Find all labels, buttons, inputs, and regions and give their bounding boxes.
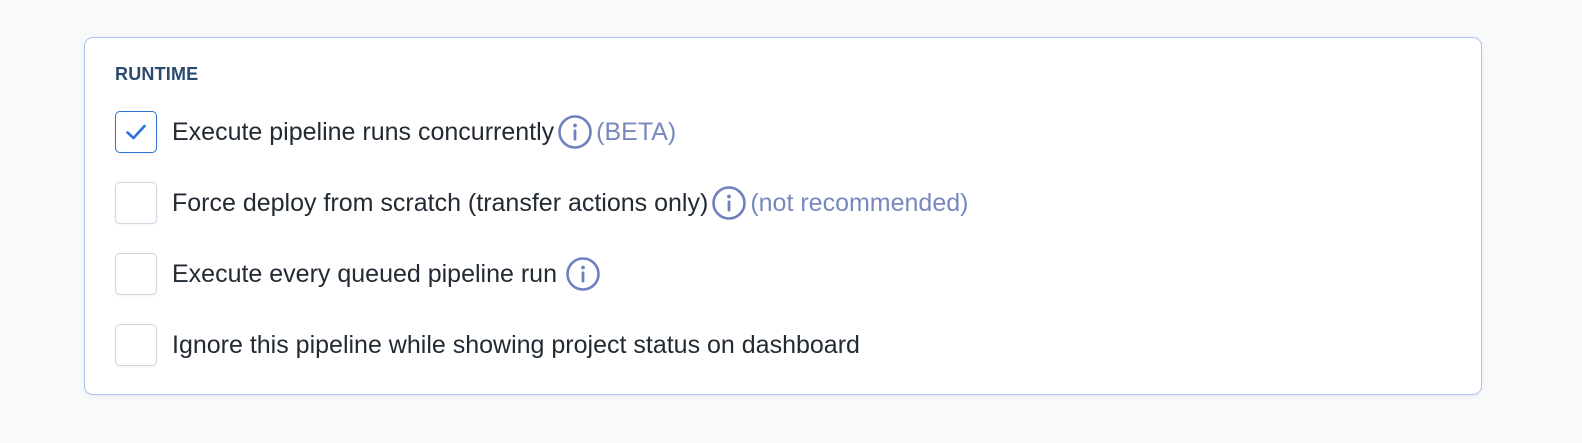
section-title: RUNTIME (115, 64, 199, 84)
ignore-dashboard-status-label[interactable]: Ignore this pipeline while showing proje… (172, 331, 860, 360)
option-concurrent-runs: Execute pipeline runs concurrently (BETA… (115, 110, 676, 154)
info-icon[interactable] (711, 185, 747, 221)
ignore-dashboard-status-checkbox[interactable] (115, 324, 157, 366)
beta-note: (BETA) (596, 117, 677, 146)
queued-runs-checkbox[interactable] (115, 253, 157, 295)
page: RUNTIME Execute pipeline runs concurrent… (0, 0, 1582, 443)
checkmark-icon (126, 124, 146, 140)
runtime-settings-panel: RUNTIME Execute pipeline runs concurrent… (84, 37, 1482, 395)
force-deploy-checkbox[interactable] (115, 182, 157, 224)
concurrent-runs-checkbox[interactable] (115, 111, 157, 153)
option-queued-runs: Execute every queued pipeline run (115, 252, 601, 296)
queued-runs-label[interactable]: Execute every queued pipeline run (172, 260, 557, 289)
force-deploy-label[interactable]: Force deploy from scratch (transfer acti… (172, 189, 708, 218)
not-recommended-note: (not recommended) (750, 188, 969, 217)
option-ignore-dashboard-status: Ignore this pipeline while showing proje… (115, 323, 860, 367)
concurrent-runs-label[interactable]: Execute pipeline runs concurrently (172, 118, 554, 147)
info-icon[interactable] (557, 114, 593, 150)
info-icon[interactable] (565, 256, 601, 292)
option-force-deploy: Force deploy from scratch (transfer acti… (115, 181, 968, 225)
